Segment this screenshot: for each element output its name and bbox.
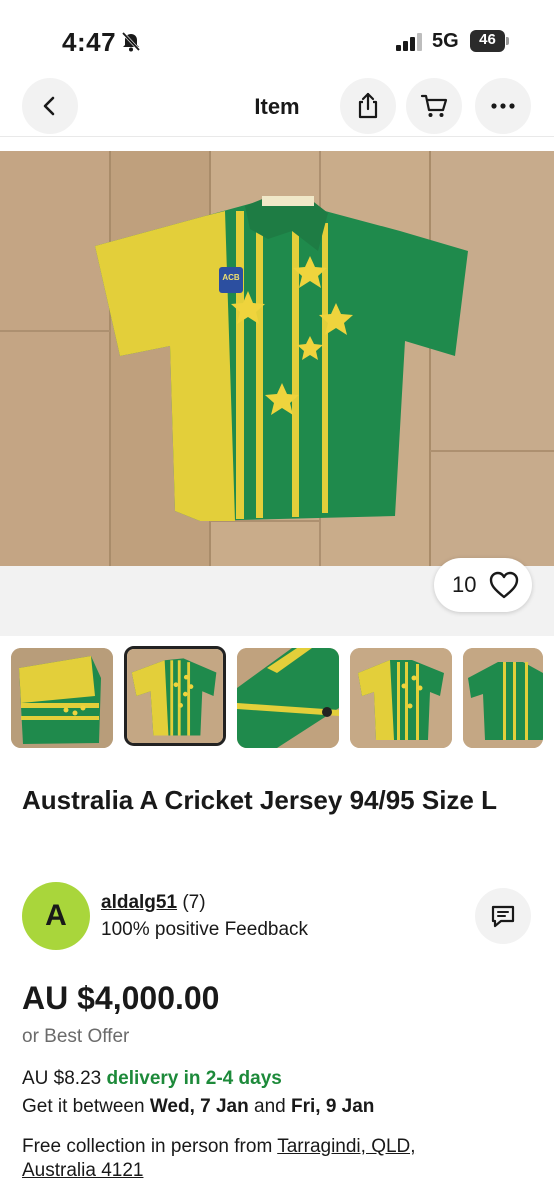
heart-icon	[489, 571, 519, 599]
page-title: Item	[254, 94, 300, 119]
cart-button[interactable]	[406, 78, 462, 134]
delivery-info: AU $8.23 delivery in 2-4 days	[22, 1068, 282, 1090]
thumbnail-image	[350, 648, 452, 748]
delivery-cost: AU $8.23	[22, 1068, 102, 1089]
thumbnail-image	[127, 649, 223, 743]
thumbnail-image	[463, 648, 543, 748]
seller-score: (7)	[182, 892, 206, 913]
bell-off-icon	[121, 31, 141, 52]
message-icon	[491, 905, 515, 928]
share-button[interactable]	[340, 78, 396, 134]
header-divider	[0, 136, 554, 137]
watch-count: 10	[452, 572, 477, 597]
signal-icon	[396, 33, 422, 51]
best-offer-label: or Best Offer	[22, 1026, 130, 1047]
date-to: Fri, 9 Jan	[290, 1096, 375, 1117]
seller-info: aldalg51 (7)	[101, 892, 206, 914]
network-label: 5G	[432, 30, 459, 52]
thumbnail-4[interactable]	[350, 648, 452, 748]
more-icon	[491, 103, 515, 109]
thumbnail-3[interactable]	[237, 648, 339, 748]
crest-text: ACB	[222, 273, 240, 282]
status-time: 4:47	[62, 27, 117, 57]
date-from: Wed, 7 Jan	[149, 1096, 249, 1117]
jersey-photo: ACB	[0, 151, 554, 566]
thumbnail-1[interactable]	[11, 648, 113, 748]
thumbnail-image	[11, 648, 113, 748]
collection-prefix: Free collection in person from	[22, 1136, 273, 1157]
thumbnail-image	[237, 648, 339, 748]
status-bar: 4:47 5G 46	[0, 0, 554, 80]
watch-button[interactable]: 10	[434, 558, 532, 612]
thumbnail-2[interactable]	[124, 646, 226, 746]
photo-thumbnails	[0, 644, 554, 750]
top-nav: Item	[0, 78, 554, 136]
seller-name-link[interactable]: aldalg51	[101, 892, 177, 913]
seller-avatar[interactable]: A	[22, 882, 90, 950]
delivery-dates: Get it between Wed, 7 Jan and Fri, 9 Jan	[22, 1096, 374, 1118]
price: AU $4,000.00	[22, 980, 220, 1016]
more-options-button[interactable]	[475, 78, 531, 134]
collection-info: Free collection in person from Tarragind…	[22, 1135, 482, 1183]
get-it-prefix: Get it between	[22, 1096, 145, 1117]
cart-icon	[420, 94, 448, 117]
seller-feedback: 100% positive Feedback	[101, 919, 309, 940]
battery-indicator: 46	[470, 30, 510, 52]
share-icon	[358, 92, 378, 119]
date-and: and	[254, 1096, 286, 1117]
delivery-time: delivery in 2-4 days	[106, 1068, 282, 1089]
thumbnail-5[interactable]	[463, 648, 543, 748]
message-seller-button[interactable]	[475, 888, 531, 944]
battery-level: 46	[479, 31, 496, 48]
main-photo[interactable]: ACB	[0, 151, 554, 566]
item-title: Australia A Cricket Jersey 94/95 Size L	[22, 785, 497, 815]
